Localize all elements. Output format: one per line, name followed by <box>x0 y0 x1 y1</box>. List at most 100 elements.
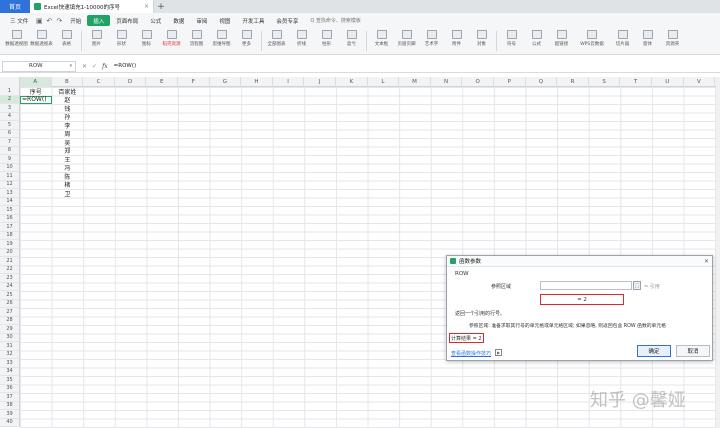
tab-close-icon[interactable]: × <box>144 3 149 10</box>
row-header-13[interactable]: 13 <box>0 189 20 198</box>
menu-page-layout[interactable]: 页面布局 <box>110 15 144 26</box>
ribbon-mindmap[interactable]: 思维导图 <box>209 30 234 47</box>
row-header-15[interactable]: 15 <box>0 206 20 215</box>
cell-b10[interactable]: 冯 <box>52 164 84 172</box>
help-link[interactable]: 查看函数操作技巧 <box>451 350 491 357</box>
ribbon-pivot-table[interactable]: 数据透视表 <box>29 30 54 47</box>
column-header-j[interactable]: J <box>304 77 336 87</box>
ribbon-resource-folder[interactable]: 资源夹 <box>660 30 685 47</box>
menu-view[interactable]: 视图 <box>213 15 236 26</box>
ribbon-picture[interactable]: 图片 <box>84 30 109 47</box>
column-header-c[interactable]: C <box>83 77 115 87</box>
ribbon-equation[interactable]: 公式 <box>524 30 549 47</box>
document-tab[interactable]: Excel快速填充1-10000的序号 × <box>30 0 154 13</box>
row-header-6[interactable]: 6 <box>0 129 20 138</box>
column-header-r[interactable]: R <box>557 77 589 87</box>
column-header-e[interactable]: E <box>146 77 178 87</box>
ribbon-flowchart[interactable]: 流程图 <box>184 30 209 47</box>
row-header-7[interactable]: 7 <box>0 138 20 147</box>
row-header-36[interactable]: 36 <box>0 384 20 393</box>
column-header-a[interactable]: A <box>20 77 52 87</box>
column-header-b[interactable]: B <box>52 77 84 87</box>
row-header-39[interactable]: 39 <box>0 410 20 419</box>
ribbon-object[interactable]: 对象 <box>469 30 494 47</box>
cell-b7[interactable]: 吴 <box>52 138 84 147</box>
column-header-n[interactable]: N <box>431 77 463 87</box>
ribbon-wordart[interactable]: 艺术字 <box>419 30 444 47</box>
ribbon-winloss[interactable]: 盈亏 <box>339 30 364 47</box>
confirm-formula-icon[interactable]: ✓ <box>92 63 97 70</box>
column-header-i[interactable]: I <box>273 77 305 87</box>
row-header-32[interactable]: 32 <box>0 350 20 359</box>
ribbon-hyperlink[interactable]: 超链接 <box>549 30 574 47</box>
row-header-34[interactable]: 34 <box>0 367 20 376</box>
redo-icon[interactable]: ↷ <box>54 16 64 26</box>
ribbon-textbox[interactable]: 文本框 <box>369 30 394 47</box>
ribbon-column[interactable]: 柱形 <box>314 30 339 47</box>
row-header-22[interactable]: 22 <box>0 265 20 274</box>
ribbon-shape[interactable]: 形状 <box>109 30 134 47</box>
row-header-11[interactable]: 11 <box>0 172 20 181</box>
insert-function-icon[interactable]: fx <box>102 63 108 70</box>
row-header-31[interactable]: 31 <box>0 342 20 351</box>
formula-input[interactable]: =ROW() <box>114 63 137 69</box>
cancel-formula-icon[interactable]: ✕ <box>82 63 87 70</box>
row-header-2[interactable]: 2 <box>0 95 20 104</box>
column-header-m[interactable]: M <box>399 77 431 87</box>
vertical-scrollbar[interactable] <box>716 77 720 428</box>
cell-b11[interactable]: 陈 <box>52 172 84 181</box>
column-header-p[interactable]: P <box>494 77 526 87</box>
spreadsheet-grid[interactable]: ABCDEFGHIJKLMNOPQRSTUV 1 2 3 4 5 6 7 8 9 10 11 12 13… <box>0 77 720 428</box>
row-header-23[interactable]: 23 <box>0 274 20 283</box>
column-header-k[interactable]: K <box>336 77 368 87</box>
cell-b9[interactable]: 王 <box>52 155 84 164</box>
ribbon-resources[interactable]: 稻壳资源 <box>159 30 184 47</box>
ribbon-icon[interactable]: 图标 <box>134 30 159 47</box>
ok-button[interactable]: 确定 <box>637 345 671 357</box>
row-header-14[interactable]: 14 <box>0 197 20 206</box>
menu-formula[interactable]: 公式 <box>144 15 167 26</box>
menu-developer[interactable]: 开发工具 <box>236 15 270 26</box>
cell-b8[interactable]: 郑 <box>52 147 84 155</box>
row-header-16[interactable]: 16 <box>0 214 20 223</box>
save-icon[interactable]: ▣ <box>34 16 44 26</box>
cell-a1[interactable]: 序号 <box>20 87 52 96</box>
video-icon[interactable]: ▶ <box>495 349 502 356</box>
row-header-18[interactable]: 18 <box>0 231 20 240</box>
row-header-1[interactable]: 1 <box>0 87 20 96</box>
row-header-29[interactable]: 29 <box>0 325 20 334</box>
cell-b4[interactable]: 孙 <box>52 113 84 121</box>
menu-member[interactable]: 会员专享 <box>270 15 304 26</box>
cell-a2-active[interactable]: =ROW() <box>20 95 52 104</box>
command-search[interactable]: Q 查找命令、搜索模板 <box>310 17 361 24</box>
ribbon-line[interactable]: 折线 <box>289 30 314 47</box>
row-header-5[interactable]: 5 <box>0 121 20 130</box>
row-header-30[interactable]: 30 <box>0 333 20 342</box>
undo-icon[interactable]: ↶ <box>44 16 54 26</box>
column-header-h[interactable]: H <box>241 77 273 87</box>
row-header-25[interactable]: 25 <box>0 291 20 300</box>
row-header-21[interactable]: 21 <box>0 257 20 266</box>
row-header-40[interactable]: 40 <box>0 418 20 427</box>
ribbon-symbol[interactable]: 符号 <box>499 30 524 47</box>
range-select-icon[interactable]: ⬚ <box>633 281 641 290</box>
row-header-19[interactable]: 19 <box>0 240 20 249</box>
cell-b5[interactable]: 李 <box>52 121 84 130</box>
ribbon-all-charts[interactable]: 全部图表 <box>264 30 289 47</box>
reference-input[interactable] <box>540 281 632 290</box>
row-header-8[interactable]: 8 <box>0 146 20 155</box>
select-all-corner[interactable] <box>0 77 20 87</box>
name-box[interactable]: ROW ▾ <box>2 60 76 72</box>
cell-b1[interactable]: 百家姓 <box>52 87 84 96</box>
cancel-button[interactable]: 取消 <box>676 345 710 357</box>
row-header-10[interactable]: 10 <box>0 163 20 172</box>
home-tab[interactable]: 首页 <box>0 0 30 13</box>
row-header-3[interactable]: 3 <box>0 104 20 113</box>
menu-insert[interactable]: 插入 <box>87 15 111 26</box>
cell-b12[interactable]: 楮 <box>52 181 84 189</box>
row-header-12[interactable]: 12 <box>0 180 20 189</box>
row-header-38[interactable]: 38 <box>0 401 20 410</box>
menu-data[interactable]: 数据 <box>167 15 190 26</box>
column-header-f[interactable]: F <box>178 77 210 87</box>
row-header-9[interactable]: 9 <box>0 155 20 164</box>
